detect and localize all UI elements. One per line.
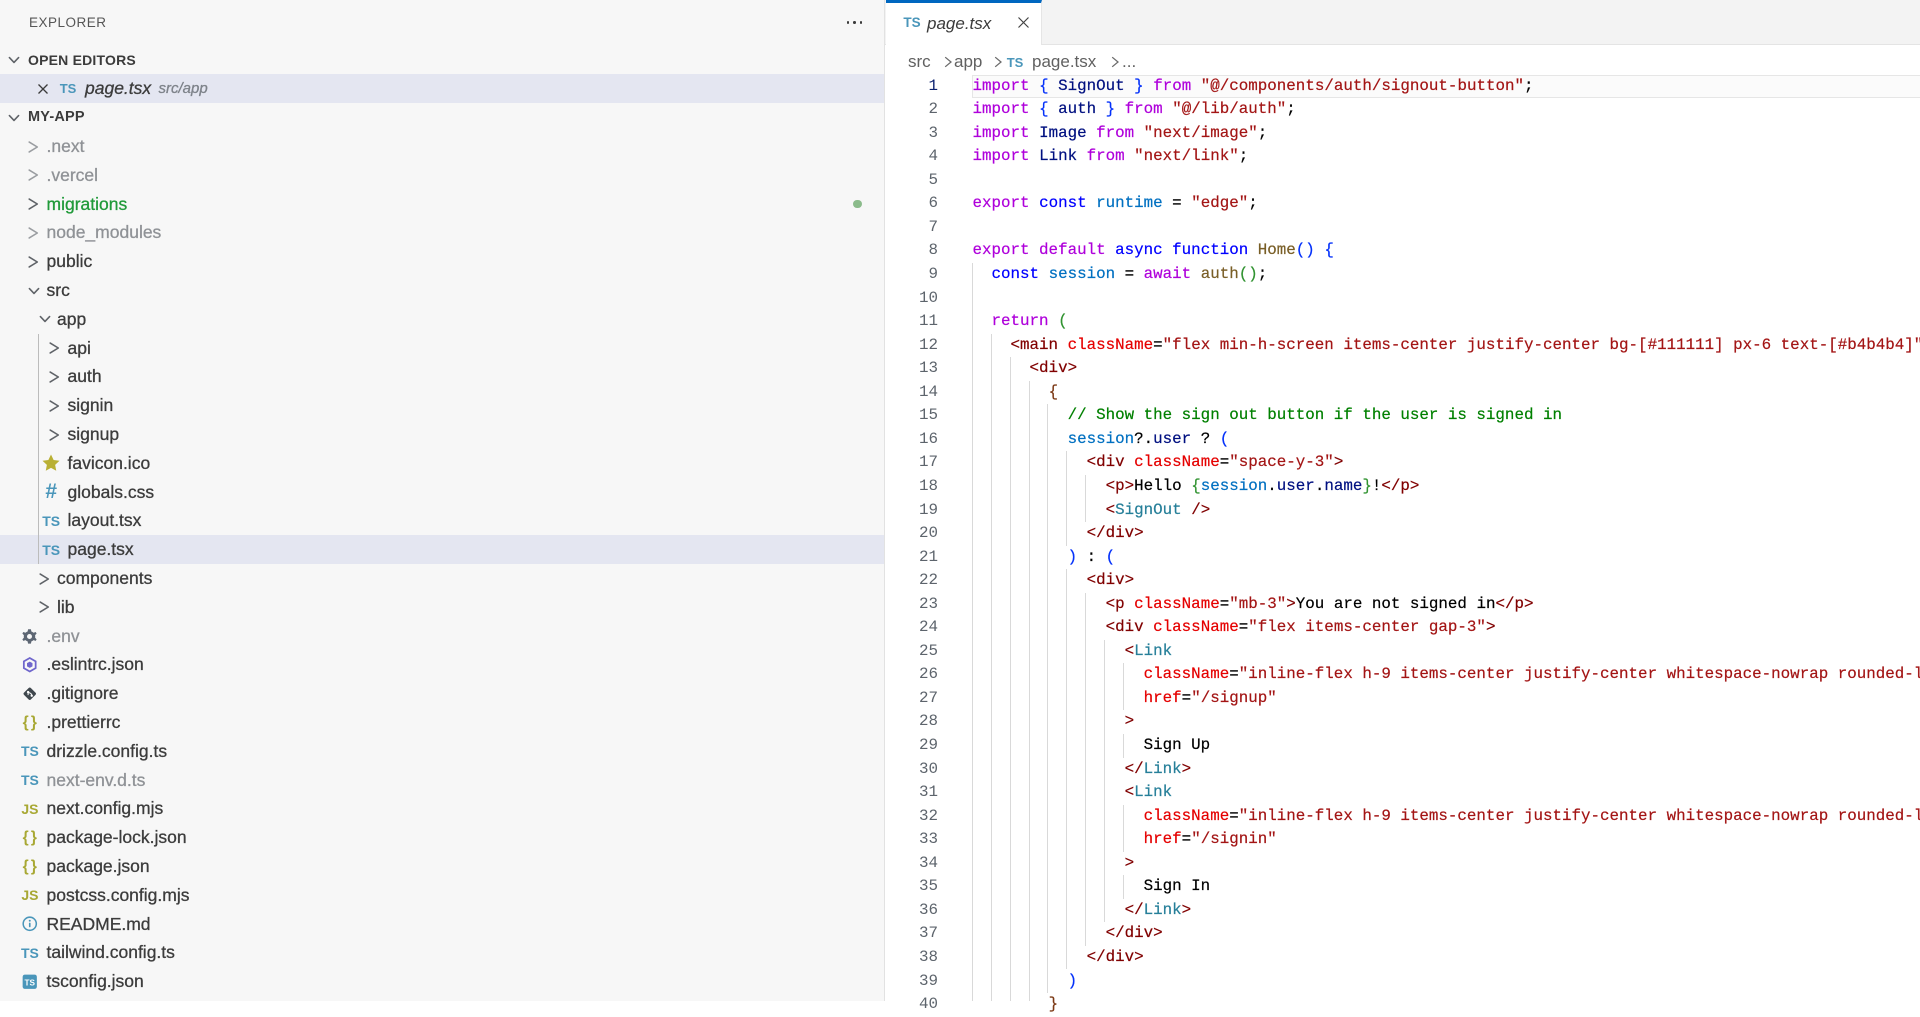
svg-text:TS: TS (25, 978, 36, 987)
